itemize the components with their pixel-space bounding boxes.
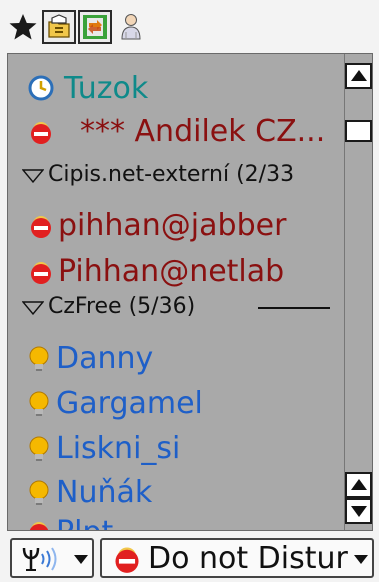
- contact-tuzok[interactable]: Tuzok: [8, 68, 344, 114]
- lightbulb-icon: [29, 391, 49, 416]
- arrow-down-icon: [351, 506, 367, 517]
- dnd-status-icon: [31, 216, 51, 238]
- status-bar: Do not Distur: [0, 536, 379, 582]
- transfer-button[interactable]: [78, 10, 112, 44]
- dnd-status-icon: [31, 262, 51, 284]
- roster-list: Tuzok *** Andilek CZ... Cipis.net-extern…: [8, 54, 344, 530]
- lightbulb-icon: [29, 436, 49, 461]
- contact-liskni-si[interactable]: Liskni_si: [8, 427, 344, 473]
- contact-name: pihhan@jabber: [58, 208, 287, 243]
- star-icon: [9, 14, 37, 40]
- person-button[interactable]: [114, 10, 148, 44]
- contact-name: Nuňák: [56, 475, 153, 510]
- contact-name: Liskni_si: [56, 431, 181, 466]
- lightbulb-icon: [29, 346, 49, 371]
- contact-name: Gargamel: [56, 386, 203, 421]
- contact-name: Danny: [56, 341, 154, 376]
- person-icon: [121, 14, 141, 40]
- contact-name: *** Andilek CZ...: [80, 114, 326, 149]
- dnd-status-icon: [115, 547, 139, 573]
- dnd-status-icon: [31, 122, 51, 144]
- scroll-up-button-lower[interactable]: [345, 472, 372, 498]
- chevron-down-icon: [354, 555, 368, 564]
- contact-andilek[interactable]: *** Andilek CZ...: [8, 109, 344, 155]
- away-clock-icon: [28, 75, 54, 101]
- folder-settings-button[interactable]: [42, 10, 76, 44]
- status-selector[interactable]: Do not Distur: [100, 538, 374, 578]
- roster-scrollbar[interactable]: [344, 54, 372, 530]
- contact-roster[interactable]: Tuzok *** Andilek CZ... Cipis.net-extern…: [7, 53, 373, 531]
- expander-triangle-icon: [22, 169, 44, 183]
- arrow-up-icon: [351, 70, 367, 81]
- window-edge: [0, 0, 3, 582]
- group-cipis[interactable]: Cipis.net-externí (2/33: [8, 162, 344, 196]
- contact-name: Pihhan@netlab: [58, 254, 285, 289]
- contact-name: Tuzok: [64, 71, 149, 106]
- contact-gargamel[interactable]: Gargamel: [8, 382, 344, 428]
- scroll-thumb[interactable]: [345, 120, 372, 142]
- contact-pihhan-jabber[interactable]: pihhan@jabber: [8, 204, 344, 250]
- dnd-status-icon: [29, 522, 49, 530]
- group-separator-line: [258, 307, 330, 309]
- expander-triangle-icon: [22, 301, 44, 315]
- contact-pihhan-netlab[interactable]: Pihhan@netlab: [8, 250, 344, 296]
- scroll-down-button[interactable]: [345, 498, 372, 524]
- arrow-up-icon: [351, 479, 367, 490]
- network-status-button[interactable]: [10, 538, 94, 578]
- star-button[interactable]: [6, 10, 40, 44]
- folder-settings-icon: [48, 14, 70, 38]
- contact-name: Plpt: [56, 518, 113, 531]
- status-label: Do not Distur: [148, 541, 348, 576]
- chevron-down-icon: [74, 555, 88, 564]
- group-name: CzFree (5/36): [48, 294, 196, 319]
- antenna-icon: [22, 547, 57, 571]
- scroll-up-button[interactable]: [345, 63, 372, 89]
- group-name: Cipis.net-externí (2/33: [48, 162, 295, 187]
- group-czfree[interactable]: CzFree (5/36): [8, 294, 344, 328]
- contact-danny[interactable]: Danny: [8, 337, 344, 383]
- lightbulb-icon: [29, 480, 49, 505]
- transfer-arrows-icon: [83, 15, 107, 39]
- toolbar: [0, 0, 379, 52]
- contact-plpt[interactable]: Plpt: [8, 510, 344, 530]
